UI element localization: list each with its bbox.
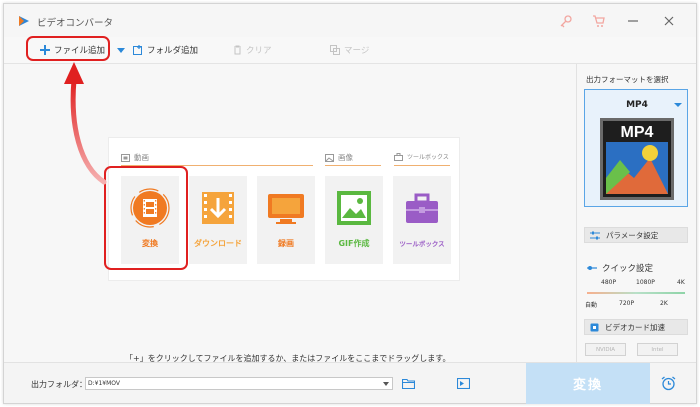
- video-section-icon: [121, 153, 130, 162]
- close-icon[interactable]: [662, 14, 676, 28]
- parameter-settings-label: パラメータ設定: [606, 230, 659, 240]
- section-video-label: 動画: [134, 153, 149, 162]
- gpu-acceleration-label: ビデオカード加速: [605, 322, 665, 332]
- quick-settings-title: クイック設定: [587, 262, 653, 274]
- toolbox-section-icon: [394, 152, 403, 161]
- sliders-icon: [590, 231, 600, 239]
- title-bar: ビデオコンバータ: [4, 4, 696, 37]
- section-image: 画像: [325, 152, 353, 163]
- quality-auto[interactable]: 自動: [585, 300, 597, 309]
- output-folder-select[interactable]: D:¥1¥MOV: [85, 377, 393, 390]
- output-format-selector[interactable]: MP4 MP4: [584, 89, 688, 207]
- parameter-settings-button[interactable]: パラメータ設定: [584, 227, 688, 243]
- download-tile-label: ダウンロード: [194, 239, 242, 248]
- convert-button-label: 変換: [572, 378, 603, 393]
- monitor-icon: [268, 194, 304, 224]
- open-output-folder-icon[interactable]: [457, 378, 470, 389]
- toolbox-tile[interactable]: ツールボックス: [393, 176, 451, 264]
- merge-icon: [330, 45, 340, 55]
- intel-badge: Intel: [637, 343, 678, 356]
- gpu-chip-icon: [590, 323, 599, 331]
- record-tile-label: 録画: [278, 239, 294, 248]
- quick-settings-icon: [587, 266, 597, 270]
- gif-tile-label: GIF作成: [338, 239, 370, 248]
- image-section-icon: [325, 153, 334, 162]
- output-sidebar: 出力フォーマットを選択 MP4 MP4 パラメータ設定 クイック設定 480P …: [576, 64, 696, 362]
- gif-image-icon: [337, 191, 371, 225]
- add-file-dropdown-icon[interactable]: [117, 48, 125, 54]
- merge-button[interactable]: マージ: [330, 44, 369, 56]
- quality-480p[interactable]: 480P: [601, 279, 616, 286]
- output-folder-dropdown-icon: [383, 382, 389, 386]
- quick-settings-label: クイック設定: [602, 264, 654, 274]
- intel-label: Intel: [651, 346, 664, 353]
- download-tile[interactable]: ダウンロード: [189, 176, 247, 264]
- trash-icon: [234, 45, 241, 55]
- minimize-icon[interactable]: [626, 14, 640, 28]
- section-toolbox-label: ツールボックス: [407, 154, 449, 161]
- folder-plus-icon: [133, 45, 142, 55]
- toolbox-tile-label: ツールボックス: [399, 240, 445, 248]
- quality-2k[interactable]: 2K: [660, 300, 668, 307]
- section-toolbox-divider: [394, 165, 450, 166]
- annotation-arrow-icon: [64, 62, 107, 185]
- quality-4k[interactable]: 4K: [677, 279, 685, 286]
- clear-label: クリア: [246, 46, 272, 56]
- section-toolbox: ツールボックス: [394, 152, 449, 161]
- convert-button[interactable]: 変換: [526, 363, 650, 404]
- output-folder-label: 出力フォルダ：: [31, 380, 87, 389]
- download-icon: [202, 192, 234, 224]
- gif-tile[interactable]: GIF作成: [325, 176, 383, 264]
- quality-slider[interactable]: [587, 292, 685, 294]
- quality-1080p[interactable]: 1080P: [636, 279, 655, 286]
- output-format-title: 出力フォーマットを選択: [586, 75, 669, 84]
- quality-720p[interactable]: 720P: [619, 300, 634, 307]
- bottom-bar: 出力フォルダ： D:¥1¥MOV 変換: [4, 362, 696, 404]
- section-image-label: 画像: [338, 153, 353, 162]
- key-icon[interactable]: [559, 14, 573, 28]
- nvidia-label: NVIDIA: [595, 346, 616, 353]
- mp4-badge-text: MP4: [621, 124, 654, 141]
- alarm-clock-icon[interactable]: [661, 376, 676, 391]
- output-folder-value: D:¥1¥MOV: [88, 380, 120, 387]
- clear-button[interactable]: クリア: [233, 44, 272, 56]
- browse-folder-icon[interactable]: [402, 378, 415, 389]
- section-image-divider: [325, 165, 381, 166]
- cart-icon[interactable]: [592, 14, 606, 28]
- record-tile[interactable]: 録画: [257, 176, 315, 264]
- mp4-format-icon: MP4: [600, 118, 674, 200]
- merge-label: マージ: [344, 46, 370, 56]
- nvidia-badge: NVIDIA: [585, 343, 626, 356]
- toolbox-icon: [406, 193, 438, 223]
- section-video: 動画: [121, 152, 149, 163]
- format-dropdown-icon: [674, 103, 682, 107]
- gpu-acceleration-button[interactable]: ビデオカード加速: [584, 319, 688, 335]
- add-folder-label: フォルダ追加: [147, 46, 199, 56]
- add-folder-button[interactable]: フォルダ追加: [133, 44, 198, 56]
- app-logo-icon: [19, 16, 29, 26]
- app-title: ビデオコンバータ: [37, 18, 114, 29]
